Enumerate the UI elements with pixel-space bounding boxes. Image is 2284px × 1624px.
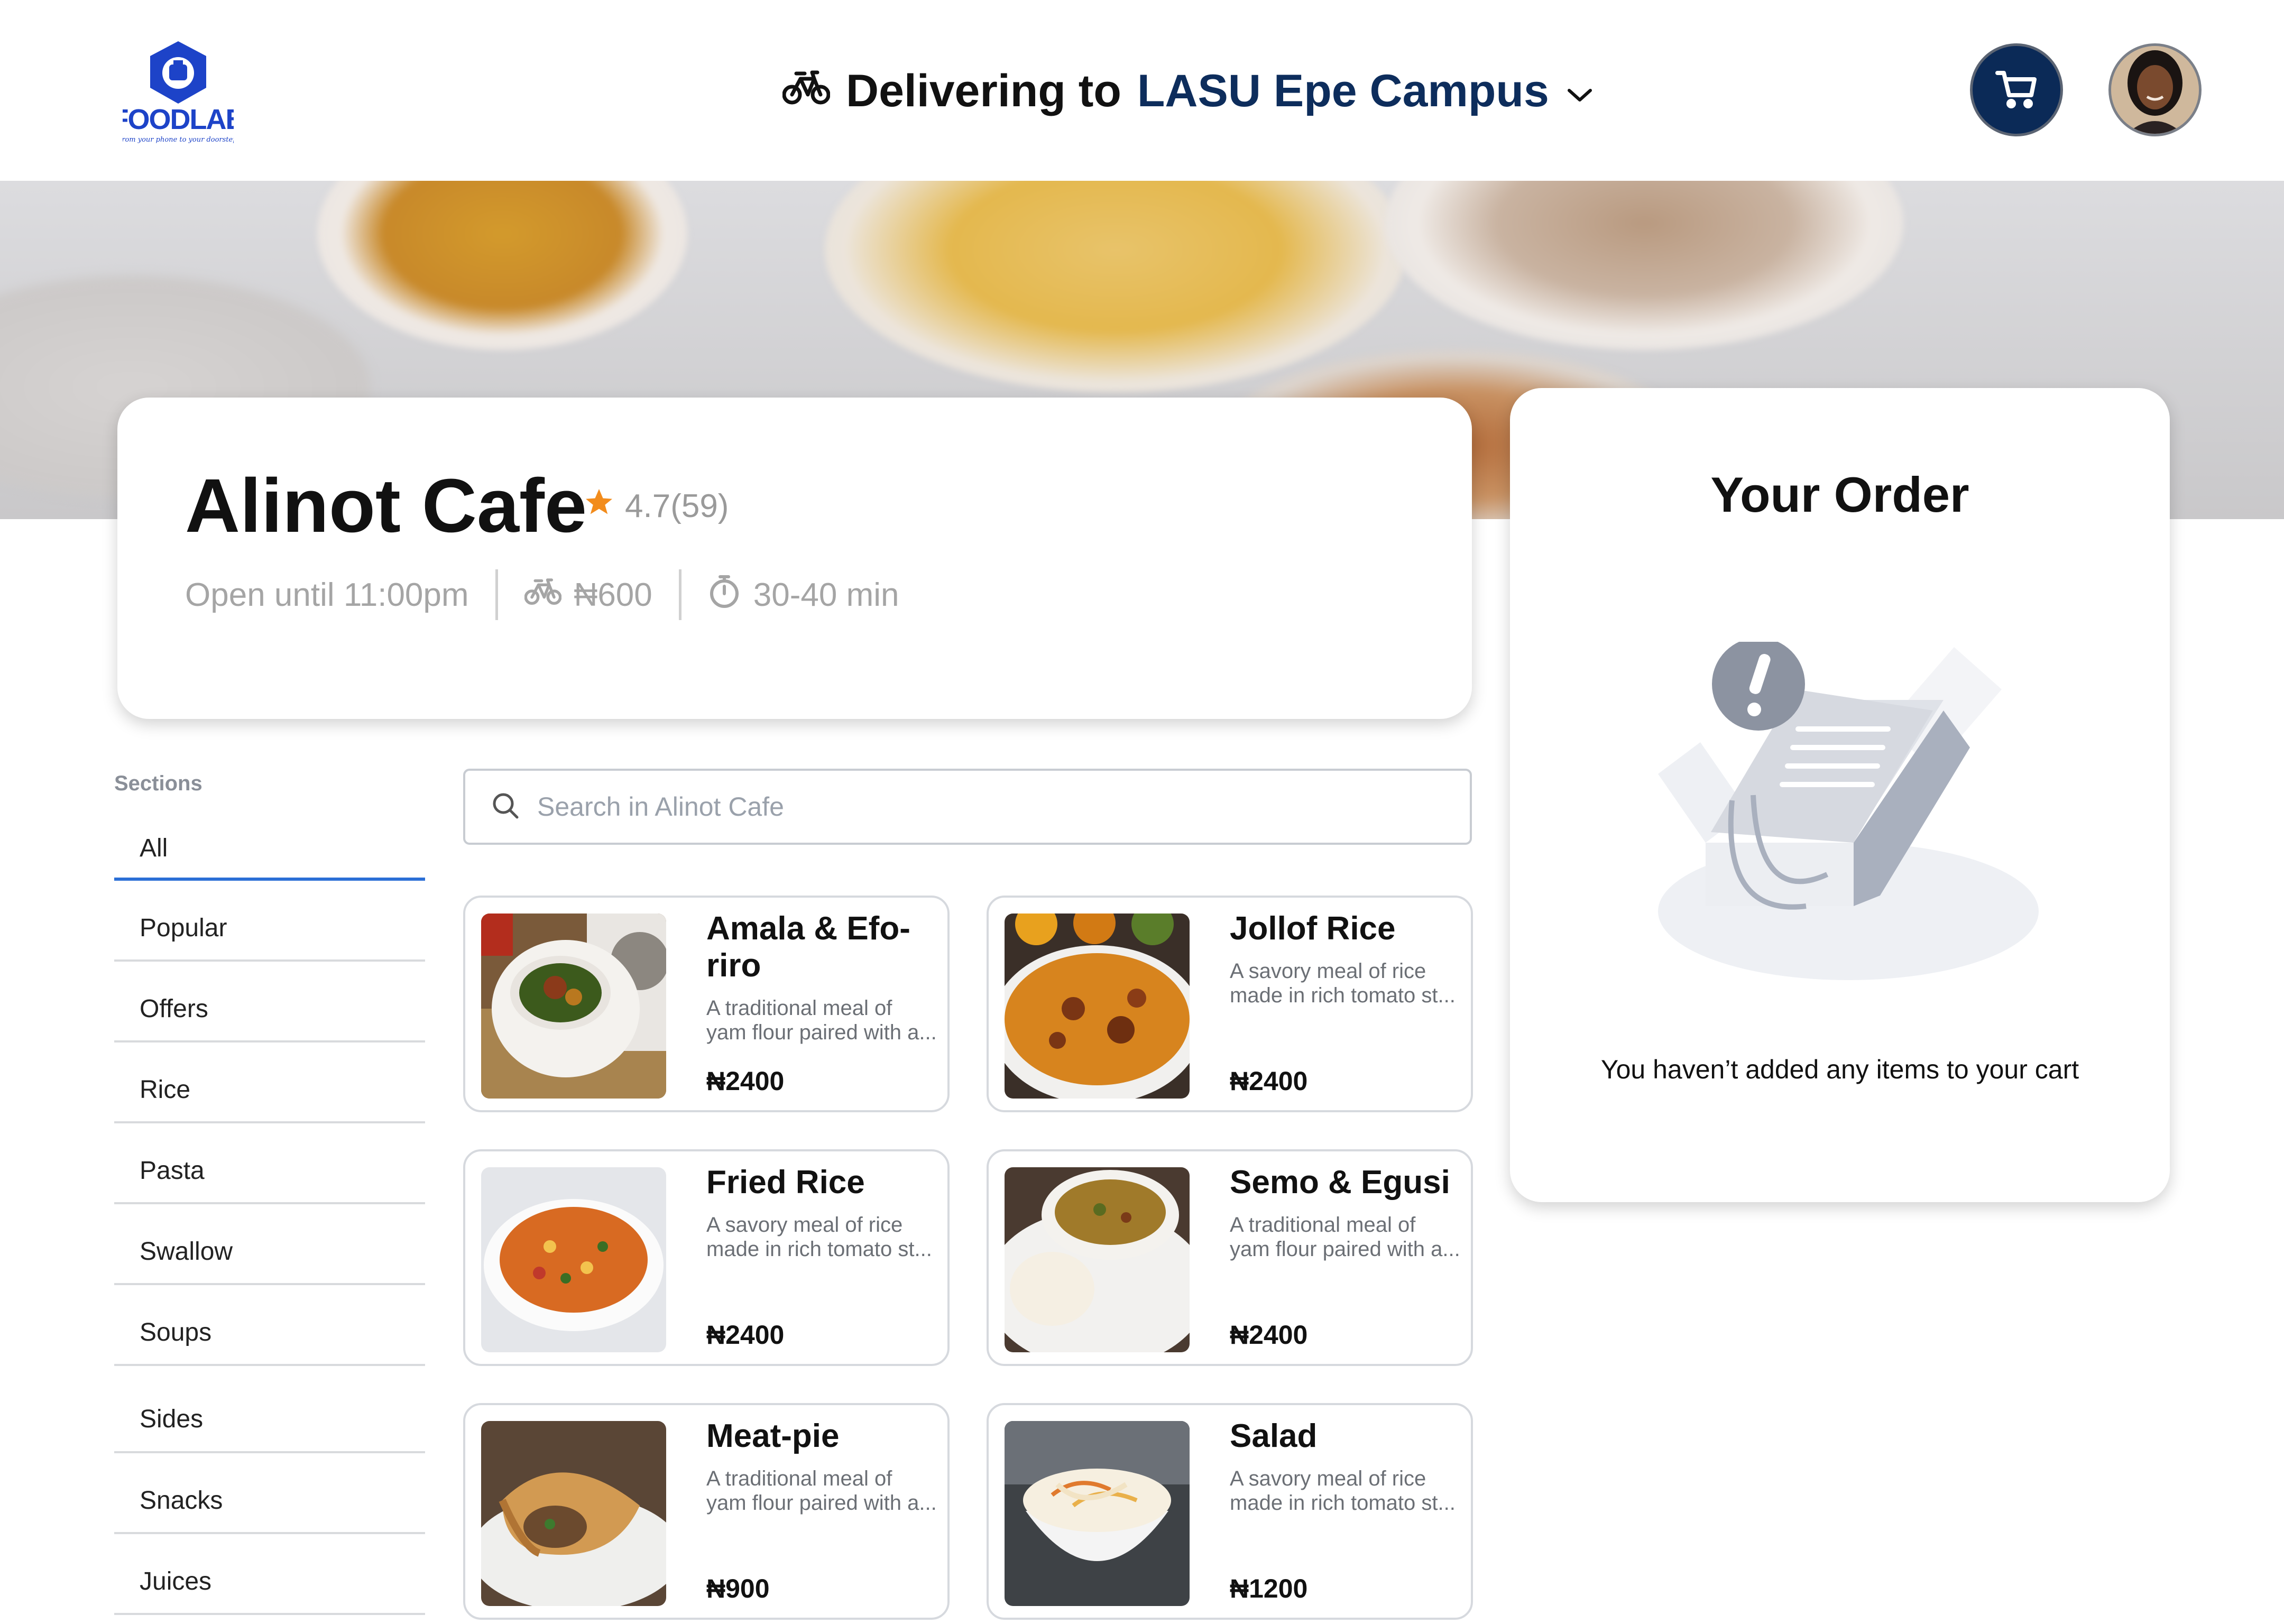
sections-heading: Sections [114, 772, 202, 795]
menu-item-card[interactable]: Jollof Rice A savory meal of rice made i… [987, 896, 1473, 1112]
empty-cart-message: You haven’t added any items to your cart [1600, 1055, 2079, 1084]
section-tab-popular[interactable]: Popular [114, 881, 425, 962]
menu-item-price: ₦2400 [1230, 1066, 1308, 1096]
section-label: Sides [140, 1405, 204, 1433]
section-label: Pasta [140, 1157, 205, 1185]
food-image-amala [481, 914, 666, 1099]
menu-item-name: Fried Rice [706, 1164, 865, 1201]
order-title: Your Order [1710, 467, 1969, 522]
meta-divider [678, 569, 681, 620]
description-line: A savory meal of rice [706, 1213, 903, 1237]
cart-icon [1994, 67, 2039, 114]
section-label: Soups [140, 1318, 212, 1346]
order-panel: Your Order You haven’t added any items t… [1510, 388, 2170, 1202]
menu-item-price: ₦1200 [1230, 1574, 1308, 1603]
menu-item-price: ₦2400 [706, 1320, 785, 1350]
section-label: Offers [140, 995, 208, 1023]
menu-item-price: ₦900 [706, 1574, 770, 1603]
bicycle-icon [782, 65, 831, 117]
delivery-fee-group: ₦600 [524, 576, 652, 614]
restaurant-rating: 4.7(59) [583, 486, 729, 526]
section-label: Rice [140, 1076, 191, 1104]
bicycle-icon [524, 576, 561, 614]
section-tab-swallow[interactable]: Swallow [114, 1204, 425, 1285]
description-line: yam flour paired with a... [706, 1491, 937, 1515]
rating-value: 4.7(59) [625, 488, 729, 524]
description-line: A traditional meal of [706, 996, 892, 1020]
empty-cart-illustration [1637, 638, 2049, 991]
menu-item-name: Semo & Egusi [1230, 1164, 1450, 1201]
food-image-semo-egusi [1005, 1167, 1190, 1352]
description-line: yam flour paired with a... [1230, 1238, 1460, 1261]
section-tab-all[interactable]: All [114, 818, 425, 881]
svg-text:from your phone to your doorst: from your phone to your doorstep [123, 136, 234, 144]
section-tab-offers[interactable]: Offers [114, 962, 425, 1042]
delivery-location: LASU Epe Campus [1137, 65, 1549, 116]
section-tab-pasta[interactable]: Pasta [114, 1123, 425, 1204]
section-tab-juices[interactable]: Juices [114, 1534, 425, 1615]
section-label: Popular [140, 914, 227, 942]
food-image-jollof-rice [1005, 914, 1190, 1099]
menu-item-description: A savory meal of rice made in rich tomat… [706, 1213, 939, 1261]
delivery-location-selector[interactable]: Delivering to LASU Epe Campus [782, 57, 1595, 125]
user-avatar[interactable] [2108, 43, 2202, 136]
menu-item-name: Meat-pie [706, 1418, 840, 1454]
star-icon [583, 486, 615, 526]
delivery-time-group: 30-40 min [708, 574, 899, 616]
description-line: made in rich tomato st... [1230, 1491, 1456, 1515]
menu-item-description: A traditional meal of yam flour paired w… [706, 1466, 939, 1515]
restaurant-name: Alinot Cafe [185, 463, 587, 548]
menu-item-description: A traditional meal of yam flour paired w… [706, 996, 939, 1045]
meta-divider [495, 569, 498, 620]
menu-item-description: A savory meal of rice made in rich tomat… [1230, 1466, 1462, 1515]
food-image-fried-rice [481, 1167, 666, 1352]
menu-item-name: Jollof Rice [1230, 910, 1396, 947]
cart-button[interactable] [1970, 43, 2063, 136]
svg-text:FOODLAB: FOODLAB [123, 104, 234, 135]
foodlab-logo[interactable]: FOODLAB from your phone to your doorstep [112, 40, 246, 146]
delivery-prefix: Delivering to [846, 65, 1121, 116]
section-label: Snacks [140, 1487, 223, 1515]
menu-item-card[interactable]: Fried Rice A savory meal of rice made in… [463, 1149, 950, 1366]
delivery-fee: ₦600 [574, 576, 652, 613]
description-line: A traditional meal of [1230, 1213, 1416, 1237]
menu-item-price: ₦2400 [706, 1066, 785, 1096]
clock-icon [708, 574, 741, 616]
description-line: made in rich tomato st... [706, 1238, 932, 1261]
section-label: Swallow [140, 1238, 233, 1266]
description-line: A traditional meal of [706, 1467, 892, 1490]
restaurant-info-card: Alinot Cafe 4.7(59) Open until 11:00pm ₦… [117, 398, 1472, 719]
menu-item-description: A traditional meal of yam flour paired w… [1230, 1213, 1462, 1261]
section-tab-soups[interactable]: Soups [114, 1285, 425, 1366]
chevron-down-icon [1565, 65, 1595, 117]
search-icon [491, 791, 520, 823]
food-image-salad [1005, 1421, 1190, 1606]
description-line: made in rich tomato st... [1230, 984, 1456, 1007]
top-header: FOODLAB from your phone to your doorstep… [0, 0, 2284, 181]
section-tab-rice[interactable]: Rice [114, 1042, 425, 1123]
search-input[interactable] [536, 791, 1384, 823]
description-line: A savory meal of rice [1230, 1467, 1426, 1490]
menu-item-card[interactable]: Meat-pie A traditional meal of yam flour… [463, 1403, 950, 1620]
description-line: A savory meal of rice [1230, 959, 1426, 983]
delivery-time: 30-40 min [753, 576, 899, 613]
menu-item-card[interactable]: Amala & Efo-riro A traditional meal of y… [463, 896, 950, 1112]
description-line: yam flour paired with a... [706, 1021, 937, 1044]
section-label: All [140, 834, 168, 862]
menu-item-card[interactable]: Salad A savory meal of rice made in rich… [987, 1403, 1473, 1620]
section-tab-snacks[interactable]: Snacks [114, 1453, 425, 1534]
menu-item-description: A savory meal of rice made in rich tomat… [1230, 959, 1462, 1008]
menu-item-name: Amala & Efo-riro [706, 910, 910, 984]
food-image-meat-pie [481, 1421, 666, 1606]
sections-nav: All Popular Offers Rice Pasta Swallow So… [114, 818, 425, 1615]
restaurant-meta: Open until 11:00pm ₦600 30-40 min [185, 569, 899, 620]
section-tab-sides[interactable]: Sides [114, 1366, 425, 1453]
section-label: Juices [140, 1567, 212, 1595]
opening-hours: Open until 11:00pm [185, 576, 469, 613]
menu-item-card[interactable]: Semo & Egusi A traditional meal of yam f… [987, 1149, 1473, 1366]
menu-item-price: ₦2400 [1230, 1320, 1308, 1350]
menu-search-box[interactable] [463, 769, 1472, 845]
menu-item-name: Salad [1230, 1418, 1318, 1454]
